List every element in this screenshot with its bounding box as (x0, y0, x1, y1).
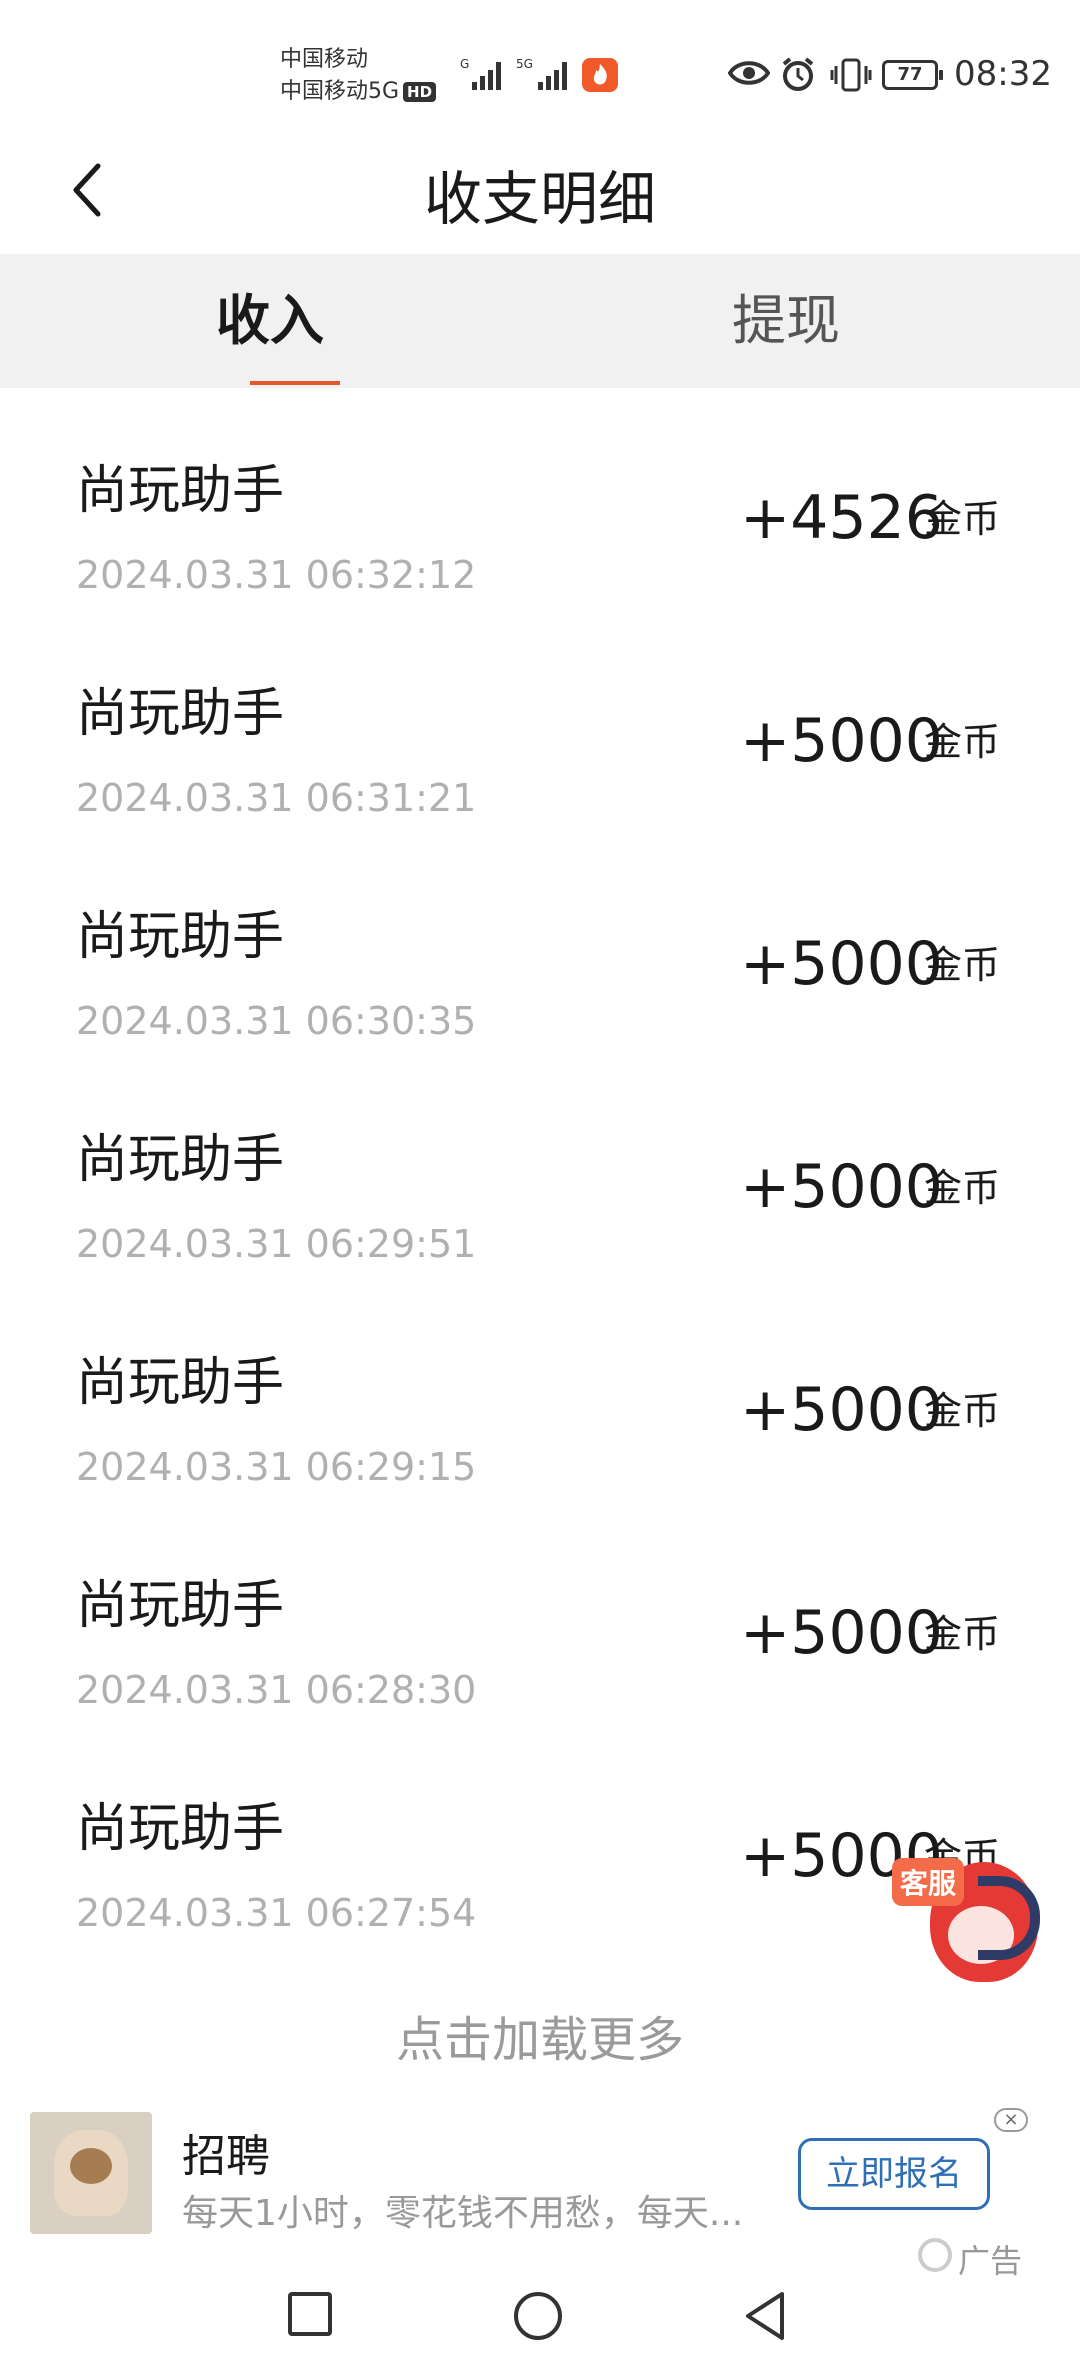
transaction-title: 尚玩助手 (76, 1799, 285, 1859)
transaction-list: 尚玩助手 2024.03.31 06:32:12 +4526 金币 尚玩助手 2… (0, 388, 1080, 1949)
transaction-amount: +5000 (740, 1598, 943, 1668)
transaction-row: 尚玩助手 2024.03.31 06:28:30 +5000 金币 (0, 1503, 1080, 1726)
alarm-icon (782, 57, 814, 91)
transaction-title: 尚玩助手 (76, 1576, 285, 1636)
transaction-unit: 金币 (924, 943, 1001, 987)
page-title: 收支明细 (423, 165, 656, 233)
support-badge: 客服 (892, 1858, 965, 1906)
tab-withdraw[interactable]: 提现 (516, 254, 1056, 388)
transaction-unit: 金币 (924, 1612, 1001, 1656)
transaction-time: 2024.03.31 06:29:51 (76, 1222, 477, 1266)
transaction-row: 尚玩助手 2024.03.31 06:31:21 +5000 金币 (0, 611, 1080, 834)
hd-badge: HD (403, 82, 437, 102)
transaction-row: 尚玩助手 2024.03.31 06:30:35 +5000 金币 (0, 834, 1080, 1057)
transaction-time: 2024.03.31 06:31:21 (76, 776, 477, 820)
transaction-unit: 金币 (924, 1389, 1001, 1433)
active-tab-indicator (250, 381, 340, 385)
ad-banner[interactable]: 招聘 每天1小时，零花钱不用愁，每天... 立即报名 × 广告 (0, 2104, 1080, 2280)
eye-icon (728, 61, 770, 85)
status-bar: 中国移动 中国移动5G HD G 5G 77 08:32 (0, 0, 1080, 130)
ad-description: 每天1小时，零花钱不用愁，每天... (182, 2193, 744, 2234)
battery-indicator: 77 (882, 60, 943, 90)
customer-service-button[interactable]: 客服 (892, 1836, 1052, 1986)
transaction-title: 尚玩助手 (76, 907, 285, 967)
tab-bar: 收入 提现 (0, 254, 1080, 388)
signal-icon: G (460, 57, 501, 90)
app-header: 收支明细 (0, 130, 1080, 254)
app-notification-icon (582, 58, 618, 92)
transaction-title: 尚玩助手 (76, 1130, 285, 1190)
transaction-row: 尚玩助手 2024.03.31 06:29:51 +5000 金币 (0, 1057, 1080, 1280)
carrier-info: 中国移动 中国移动5G HD (280, 44, 437, 108)
transaction-unit: 金币 (924, 720, 1001, 764)
transaction-time: 2024.03.31 06:30:35 (76, 999, 477, 1043)
signal-2-label: 5G (516, 57, 533, 71)
transaction-amount: +5000 (740, 706, 943, 776)
ad-thumbnail (30, 2112, 152, 2234)
transaction-time: 2024.03.31 06:28:30 (76, 1668, 477, 1712)
transaction-title: 尚玩助手 (76, 1353, 285, 1413)
transaction-amount: +5000 (740, 1152, 943, 1222)
signal-5g-icon: 5G (516, 57, 567, 90)
system-navigation-bar (0, 2270, 1080, 2376)
status-time: 08:32 (954, 54, 1052, 94)
transaction-time: 2024.03.31 06:32:12 (76, 553, 477, 597)
nav-back-icon[interactable] (742, 2290, 790, 2342)
vibrate-icon (830, 58, 872, 92)
recent-apps-icon[interactable] (286, 2290, 334, 2338)
transaction-unit: 金币 (924, 1166, 1001, 1210)
transaction-time: 2024.03.31 06:27:54 (76, 1891, 477, 1935)
home-icon[interactable] (512, 2290, 564, 2342)
transaction-title: 尚玩助手 (76, 684, 285, 744)
ad-close-icon[interactable]: × (994, 2108, 1028, 2132)
transaction-amount: +5000 (740, 1375, 943, 1445)
signal-1-label: G (460, 57, 469, 71)
transaction-amount: +4526 (740, 483, 943, 553)
transaction-row: 尚玩助手 2024.03.31 06:29:15 +5000 金币 (0, 1280, 1080, 1503)
transaction-amount: +5000 (740, 929, 943, 999)
tab-income[interactable]: 收入 (0, 254, 540, 388)
transaction-unit: 金币 (924, 497, 1001, 541)
load-more-button[interactable]: 点击加载更多 (0, 2000, 1080, 2070)
transaction-row: 尚玩助手 2024.03.31 06:32:12 +4526 金币 (0, 388, 1080, 611)
ad-title: 招聘 (182, 2131, 270, 2182)
carrier-2: 中国移动5G (280, 79, 400, 104)
carrier-1: 中国移动 (280, 47, 369, 72)
transaction-title: 尚玩助手 (76, 461, 285, 521)
ad-logo-icon (918, 2238, 952, 2272)
ad-signup-button[interactable]: 立即报名 (798, 2138, 990, 2210)
cat-face (70, 2148, 112, 2184)
transaction-time: 2024.03.31 06:29:15 (76, 1445, 477, 1489)
